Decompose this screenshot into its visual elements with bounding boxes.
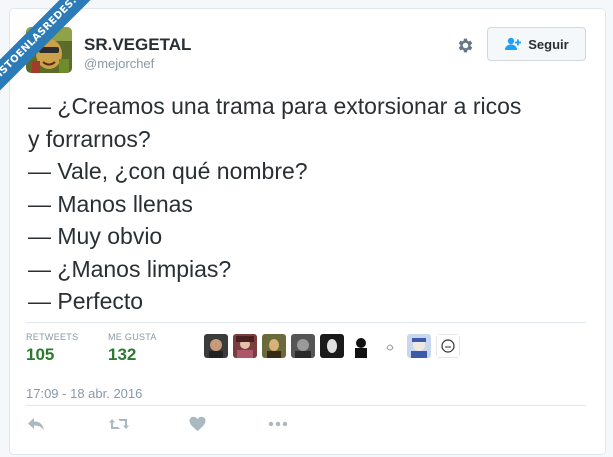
liker-avatar[interactable]	[407, 334, 431, 358]
divider	[26, 322, 586, 323]
retweet-icon[interactable]	[108, 416, 130, 432]
retweets-label: RETWEETS	[26, 332, 79, 342]
liker-avatar[interactable]	[233, 334, 257, 358]
gear-icon[interactable]	[456, 36, 475, 55]
follow-button[interactable]: Seguir	[487, 27, 586, 61]
more-icon[interactable]	[268, 421, 288, 427]
divider	[26, 405, 586, 406]
liker-avatars	[204, 334, 460, 358]
tweet-text: — ¿Creamos una trama para extorsionar a …	[28, 90, 593, 318]
reply-icon[interactable]	[27, 416, 45, 432]
liker-avatar[interactable]	[262, 334, 286, 358]
tweet-line: y forrarnos?	[28, 125, 151, 152]
add-user-icon	[505, 37, 522, 50]
author-handle[interactable]: @mejorchef	[84, 56, 154, 71]
author-display-name[interactable]: SR.VEGETAL	[84, 35, 191, 55]
tweet-line: — Muy obvio	[28, 223, 163, 249]
liker-avatar[interactable]	[204, 334, 228, 358]
retweets-stat[interactable]: RETWEETS 105	[26, 332, 78, 365]
tweet-line: — Perfecto	[28, 288, 144, 314]
retweets-count: 105	[26, 345, 55, 364]
likes-stat[interactable]: ME GUSTA 132	[108, 332, 157, 365]
likes-count: 132	[108, 345, 137, 364]
like-icon[interactable]	[189, 416, 206, 432]
liker-avatar[interactable]	[291, 334, 315, 358]
liker-avatar[interactable]	[378, 334, 402, 358]
liker-avatar[interactable]	[349, 334, 373, 358]
tweet-timestamp[interactable]: 17:09 - 18 abr. 2016	[26, 386, 142, 401]
tweet-line: — Manos llenas	[28, 190, 193, 217]
tweet-line: — Vale, ¿con qué nombre?	[28, 158, 308, 184]
liker-avatar[interactable]	[436, 334, 460, 358]
tweet-line: — ¿Creamos una trama para extorsionar a …	[28, 93, 522, 119]
follow-button-label: Seguir	[528, 36, 569, 52]
likes-label: ME GUSTA	[108, 332, 157, 342]
tweet-line: — ¿Manos limpias?	[28, 255, 232, 282]
liker-avatar[interactable]	[320, 334, 344, 358]
